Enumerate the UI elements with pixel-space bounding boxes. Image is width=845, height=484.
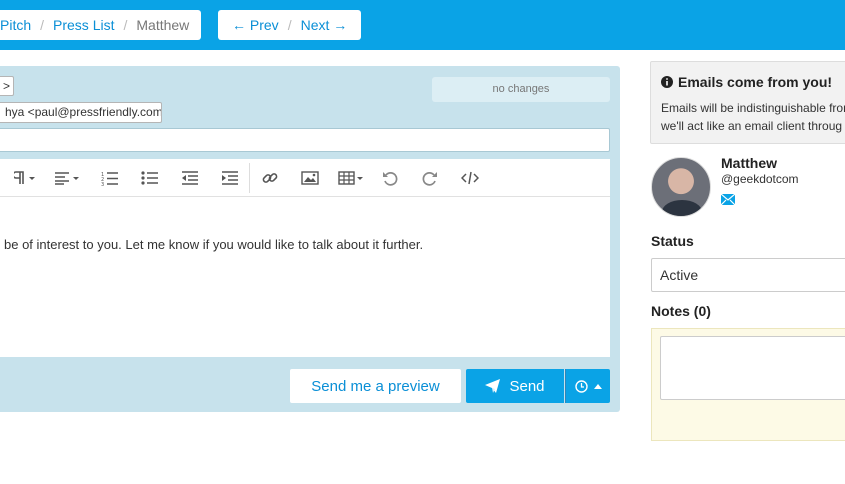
avatar-shirt	[662, 200, 702, 216]
indent-icon[interactable]	[217, 159, 243, 197]
svg-text:3: 3	[101, 182, 104, 186]
breadcrumb: Pitch / Press List / Matthew	[0, 10, 201, 40]
from-field[interactable]: hya <paul@pressfriendly.com>	[0, 102, 162, 123]
ordered-list-icon[interactable]: 123	[97, 159, 123, 197]
status-select[interactable]: Active	[651, 258, 845, 292]
notice-title-text: Emails come from you!	[678, 74, 833, 90]
breadcrumb-current: Matthew	[136, 17, 190, 33]
notes-label: Notes (0)	[651, 303, 711, 319]
next-link[interactable]: Next →	[301, 17, 348, 33]
toolbar-divider	[249, 163, 250, 193]
breadcrumb-pitch[interactable]: Pitch	[0, 17, 31, 33]
breadcrumb-separator: /	[40, 17, 45, 33]
align-icon[interactable]	[50, 159, 84, 197]
info-icon	[661, 76, 673, 88]
contact-name: Matthew	[721, 155, 777, 171]
top-bar: Pitch / Press List / Matthew ← Prev / Ne…	[0, 0, 845, 50]
breadcrumb-press-list[interactable]: Press List	[53, 17, 114, 33]
notice-line: we'll act like an email client throug	[661, 119, 843, 133]
email-composer: > no changes hya <paul@pressfriendly.com…	[0, 66, 620, 412]
editor-toolbar: 123	[0, 159, 610, 197]
breadcrumb-separator: /	[123, 17, 128, 33]
notes-input[interactable]	[660, 336, 845, 400]
contact-handle[interactable]: @geekdotcom	[721, 172, 799, 186]
redo-icon[interactable]	[417, 159, 443, 197]
unordered-list-icon[interactable]	[137, 159, 163, 197]
subject-input[interactable]	[0, 128, 610, 152]
status-label: Status	[651, 233, 694, 249]
email-body-text: be of interest to you. Let me know if yo…	[4, 237, 424, 252]
outdent-icon[interactable]	[177, 159, 203, 197]
send-preview-button[interactable]: Send me a preview	[290, 369, 461, 403]
paragraph-icon[interactable]	[8, 159, 42, 197]
save-status: no changes	[432, 77, 610, 102]
pager-separator: /	[287, 17, 292, 33]
send-label: Send	[509, 377, 545, 395]
notice-text: Emails will be indistinguishable fron we'…	[661, 99, 845, 135]
notice-title: Emails come from you!	[661, 74, 845, 90]
undo-icon[interactable]	[377, 159, 403, 197]
avatar	[651, 157, 711, 217]
sender-notice: Emails come from you! Emails will be ind…	[650, 61, 845, 144]
prev-link[interactable]: ← Prev	[232, 17, 279, 33]
image-icon[interactable]	[297, 159, 323, 197]
envelope-icon[interactable]	[721, 194, 735, 205]
paper-plane-icon	[485, 379, 501, 393]
link-icon[interactable]	[257, 159, 283, 197]
send-button[interactable]: Send	[466, 369, 564, 403]
email-body-editor[interactable]: be of interest to you. Let me know if yo…	[0, 197, 610, 357]
code-view-icon[interactable]	[457, 159, 483, 197]
clock-icon	[574, 379, 588, 393]
schedule-dropdown-button[interactable]	[565, 369, 610, 403]
table-icon[interactable]	[335, 159, 367, 197]
notice-line: Emails will be indistinguishable fron	[661, 101, 845, 115]
caret-up-icon	[593, 383, 602, 389]
to-field[interactable]: >	[0, 76, 14, 96]
pager: ← Prev / Next →	[218, 10, 361, 40]
